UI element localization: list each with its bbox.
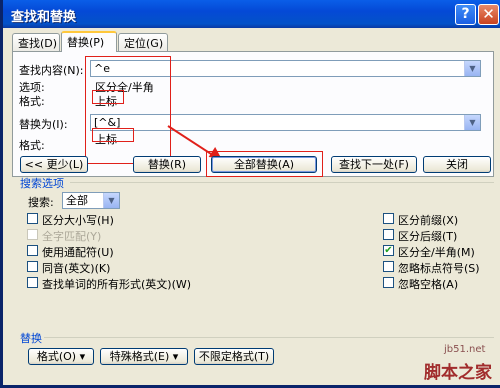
- watermark-site: jb51.net: [444, 344, 486, 355]
- window-title: 查找和替换: [11, 10, 77, 25]
- no-format-button[interactable]: 不限定格式(T): [194, 348, 274, 365]
- wildcards-label: 使用通配符(U): [42, 246, 114, 259]
- search-scope-select[interactable]: 全部 ▼: [62, 192, 120, 209]
- ignore-space-checkbox[interactable]: [383, 277, 394, 288]
- match-prefix-checkbox[interactable]: [383, 213, 394, 224]
- ignore-punctuation-checkbox[interactable]: [383, 261, 394, 272]
- find-dropdown-icon[interactable]: ▼: [464, 61, 480, 76]
- watermark-brand: 脚本之家: [424, 363, 492, 383]
- sounds-like-label: 同音(英文)(K): [42, 262, 111, 275]
- annotation-box-left: [85, 56, 171, 164]
- match-prefix-label: 区分前缀(X): [398, 214, 459, 227]
- close-button[interactable]: 关闭: [423, 156, 491, 173]
- annotation-box-replace-format: [92, 128, 134, 142]
- help-button[interactable]: ?: [455, 4, 476, 25]
- find-replace-dialog: 查找和替换 ? ✕ 查找(D) 替换(P) 定位(G) 查找内容(N): ^e …: [0, 0, 500, 388]
- search-scope-value: 全部: [66, 194, 88, 207]
- sounds-like-checkbox[interactable]: [27, 261, 38, 272]
- replace-section-title: 替换: [20, 332, 42, 345]
- find-label: 查找内容(N):: [19, 64, 84, 77]
- all-word-forms-label: 查找单词的所有形式(英文)(W): [42, 278, 192, 291]
- close-window-button[interactable]: ✕: [478, 4, 499, 25]
- search-scope-label: 搜索:: [28, 196, 54, 209]
- search-scope-dropdown-icon[interactable]: ▼: [103, 193, 119, 208]
- tab-find[interactable]: 查找(D): [12, 33, 60, 51]
- find-next-button[interactable]: 查找下一处(F): [331, 156, 417, 173]
- whole-word-label: 全字匹配(Y): [42, 230, 102, 243]
- full-half-width-label: 区分全/半角(M): [398, 246, 475, 259]
- replace-section-divider: [44, 337, 494, 338]
- special-format-button[interactable]: 特殊格式(E) ▾: [100, 348, 188, 365]
- find-format-label: 格式:: [19, 95, 45, 108]
- match-suffix-checkbox[interactable]: [383, 229, 394, 240]
- replace-format-label: 格式:: [19, 139, 45, 152]
- dialog-body: 查找(D) 替换(P) 定位(G) 查找内容(N): ^e ▼ 选项: 区分全/…: [6, 28, 500, 385]
- full-half-width-checkbox[interactable]: ✔: [383, 245, 394, 256]
- all-word-forms-checkbox[interactable]: [27, 277, 38, 288]
- format-button[interactable]: 格式(O) ▾: [28, 348, 94, 365]
- replace-button[interactable]: 替换(R): [133, 156, 201, 173]
- annotation-box-replace-all: [206, 151, 323, 177]
- tab-goto[interactable]: 定位(G): [118, 33, 168, 51]
- ignore-punctuation-label: 忽略标点符号(S): [398, 262, 480, 275]
- search-options-divider: [70, 182, 494, 183]
- whole-word-checkbox: [27, 229, 38, 240]
- match-case-checkbox[interactable]: [27, 213, 38, 224]
- replace-label: 替换为(I):: [19, 118, 68, 131]
- title-bar: 查找和替换 ? ✕: [3, 0, 500, 28]
- replace-dropdown-icon[interactable]: ▼: [464, 115, 480, 130]
- match-suffix-label: 区分后缀(T): [398, 230, 458, 243]
- ignore-space-label: 忽略空格(A): [398, 278, 459, 291]
- match-case-label: 区分大小写(H): [42, 214, 114, 227]
- less-button[interactable]: << 更少(L): [20, 156, 88, 173]
- search-options-title: 搜索选项: [20, 177, 64, 190]
- annotation-box-find-format: [92, 90, 124, 104]
- tab-replace[interactable]: 替换(P): [61, 31, 117, 52]
- wildcards-checkbox[interactable]: [27, 245, 38, 256]
